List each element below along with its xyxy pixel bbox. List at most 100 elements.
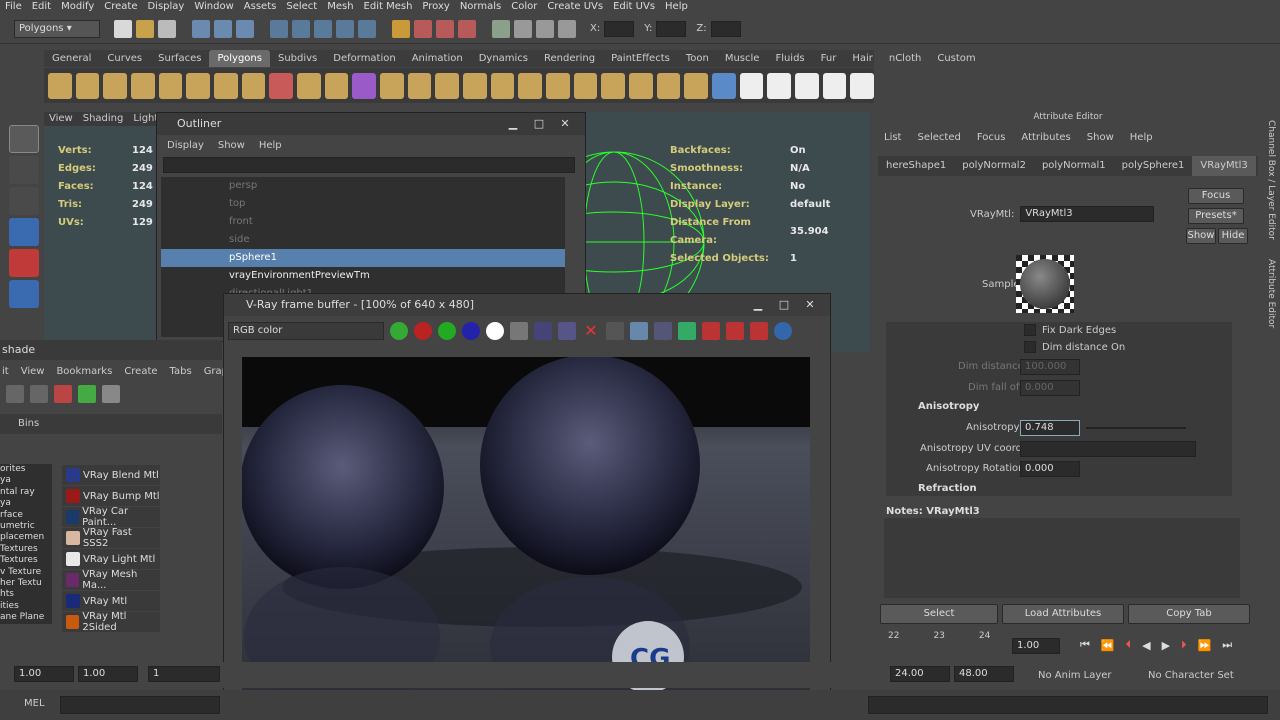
dim-falloff-field[interactable]: 0.000: [1020, 380, 1080, 396]
dim-distance-field[interactable]: 100.000: [1020, 359, 1080, 375]
copy-tab-button[interactable]: Copy Tab: [1128, 604, 1250, 624]
aniso-uv-field[interactable]: [1020, 441, 1196, 457]
shelf-tab-surfaces[interactable]: Surfaces: [150, 50, 209, 67]
select-component-icon[interactable]: [236, 19, 254, 38]
green-channel-icon[interactable]: [438, 322, 456, 340]
render-settings-icon[interactable]: [458, 19, 476, 38]
time-slider[interactable]: 22 23 24 1.00 ⏮ ⏪ ⏴ ◀ ▶ ⏵ ⏩ ⏭: [870, 630, 1280, 660]
shelf-tool-icon[interactable]: [767, 72, 792, 99]
hypershade-tree-item[interactable]: orites: [0, 464, 52, 475]
render-icon[interactable]: [414, 19, 432, 38]
hypershade-tree-item[interactable]: ya: [0, 498, 52, 509]
minimize-icon[interactable]: ▁: [748, 294, 768, 316]
shelf-tool-icon[interactable]: [629, 72, 653, 99]
track-mouse-icon[interactable]: [606, 322, 624, 340]
focus-button[interactable]: Focus: [1188, 188, 1244, 204]
menu-set-dropdown[interactable]: Polygons ▾: [14, 19, 100, 38]
shelf-tab-hair[interactable]: Hair: [844, 50, 881, 67]
end-time-field[interactable]: 48.00: [954, 666, 1014, 682]
hypershade-tree-item[interactable]: her Textu: [0, 578, 52, 589]
outliner-menu-display[interactable]: Display: [167, 140, 204, 151]
step-forward-key-icon[interactable]: ⏩: [1198, 639, 1212, 652]
current-frame-field[interactable]: 1.00: [1012, 638, 1060, 654]
ab-compare-icon-3[interactable]: [750, 322, 768, 340]
close-icon[interactable]: ✕: [800, 294, 820, 316]
hypershade-tree-item[interactable]: v Texture: [0, 567, 52, 578]
shelf-tool-icon[interactable]: [822, 72, 847, 99]
ae-menu-list[interactable]: List: [884, 132, 901, 143]
refraction-section[interactable]: Refraction: [886, 482, 1232, 496]
alpha-channel-icon[interactable]: [486, 322, 504, 340]
playback-end-field[interactable]: 24.00: [890, 666, 950, 682]
menu-mesh[interactable]: Mesh: [322, 0, 358, 14]
shelf-tool-icon[interactable]: [656, 72, 681, 99]
outliner-item[interactable]: pSphere1: [161, 249, 565, 267]
material-node[interactable]: VRay Mesh Ma...: [62, 569, 160, 591]
outliner-item[interactable]: front: [161, 213, 565, 231]
go-start-icon[interactable]: ⏮: [1080, 638, 1090, 652]
playback-start-field[interactable]: 1.00: [78, 666, 138, 682]
shelf-tool-icon[interactable]: [684, 72, 709, 99]
snap-curve-icon[interactable]: [292, 19, 310, 38]
maximize-icon[interactable]: □: [774, 294, 794, 316]
select-object-icon[interactable]: [214, 19, 232, 38]
ae-tab[interactable]: VRayMtl3: [1192, 156, 1256, 176]
menu-file[interactable]: File: [0, 0, 27, 14]
shelf-tool-icon[interactable]: [131, 72, 155, 99]
shelf-tab-muscle[interactable]: Muscle: [717, 50, 768, 67]
input-line-icon[interactable]: [492, 19, 510, 38]
shelf-tab-deformation[interactable]: Deformation: [325, 50, 403, 67]
ipr-render-icon[interactable]: [436, 19, 454, 38]
open-scene-icon[interactable]: [136, 19, 154, 38]
outliner-item[interactable]: persp: [161, 177, 565, 195]
shelf-tab-polygons[interactable]: Polygons: [209, 50, 270, 67]
shelf-tab-subdivs[interactable]: Subdivs: [270, 50, 325, 67]
shelf-tab-painteffects[interactable]: PaintEffects: [603, 50, 678, 67]
channel-box-tab[interactable]: Channel Box / Layer Editor: [1266, 120, 1276, 240]
shelf-tool-icon[interactable]: [490, 72, 515, 99]
menu-display[interactable]: Display: [142, 0, 189, 14]
menu-select[interactable]: Select: [281, 0, 322, 14]
shelf-tab-toon[interactable]: Toon: [678, 50, 717, 67]
menu-window[interactable]: Window: [189, 0, 238, 14]
material-node[interactable]: VRay Bump Mtl: [62, 486, 160, 506]
menu-normals[interactable]: Normals: [455, 0, 506, 14]
shelf-tool-icon[interactable]: [601, 72, 626, 99]
show-attr-icon[interactable]: [536, 19, 554, 38]
new-scene-icon[interactable]: [114, 19, 132, 38]
material-node[interactable]: VRay Mtl: [62, 591, 160, 611]
shelf-tool-icon[interactable]: [407, 72, 432, 99]
outliner-item[interactable]: vrayEnvironmentPreviewTm: [161, 267, 565, 285]
shelf-tool-icon[interactable]: [435, 72, 460, 99]
step-back-key-icon[interactable]: ⏪: [1101, 639, 1115, 652]
channel-dropdown[interactable]: RGB color: [228, 322, 384, 340]
go-end-icon[interactable]: ⏭: [1222, 638, 1232, 652]
ab-compare-icon-2[interactable]: [726, 322, 744, 340]
outliner-item[interactable]: side: [161, 231, 565, 249]
menu-edit-mesh[interactable]: Edit Mesh: [359, 0, 418, 14]
shelf-tab-general[interactable]: General: [44, 50, 99, 67]
menu-modify[interactable]: Modify: [56, 0, 99, 14]
ae-menu-focus[interactable]: Focus: [977, 132, 1006, 143]
shelf-tab-dynamics[interactable]: Dynamics: [471, 50, 536, 67]
menu-proxy[interactable]: Proxy: [417, 0, 454, 14]
outliner-search[interactable]: [163, 157, 575, 173]
attribute-editor-tab[interactable]: Attribute Editor: [1266, 259, 1276, 328]
shelf-tool-icon[interactable]: [850, 72, 875, 99]
hypershade-tree-item[interactable]: Textures: [0, 555, 52, 566]
graph-icon-2[interactable]: [78, 385, 96, 403]
outliner-item[interactable]: top: [161, 195, 565, 213]
mel-input[interactable]: [60, 696, 220, 714]
menu-assets[interactable]: Assets: [239, 0, 282, 14]
select-tool-icon[interactable]: [9, 125, 39, 153]
hypershade-tree-item[interactable]: ities: [0, 601, 52, 612]
minimize-icon[interactable]: ▁: [503, 113, 523, 135]
outliner-menu-show[interactable]: Show: [218, 140, 245, 151]
shelf-tab-custom[interactable]: Custom: [929, 50, 983, 67]
shelf-tab-fluids[interactable]: Fluids: [767, 50, 812, 67]
node-name-field[interactable]: VRayMtl3: [1020, 206, 1155, 222]
save-image-icon[interactable]: [534, 322, 552, 340]
shelf-tool-icon[interactable]: [269, 72, 294, 99]
notes-field[interactable]: [884, 518, 1240, 598]
shelf-tool-icon[interactable]: [297, 72, 321, 99]
